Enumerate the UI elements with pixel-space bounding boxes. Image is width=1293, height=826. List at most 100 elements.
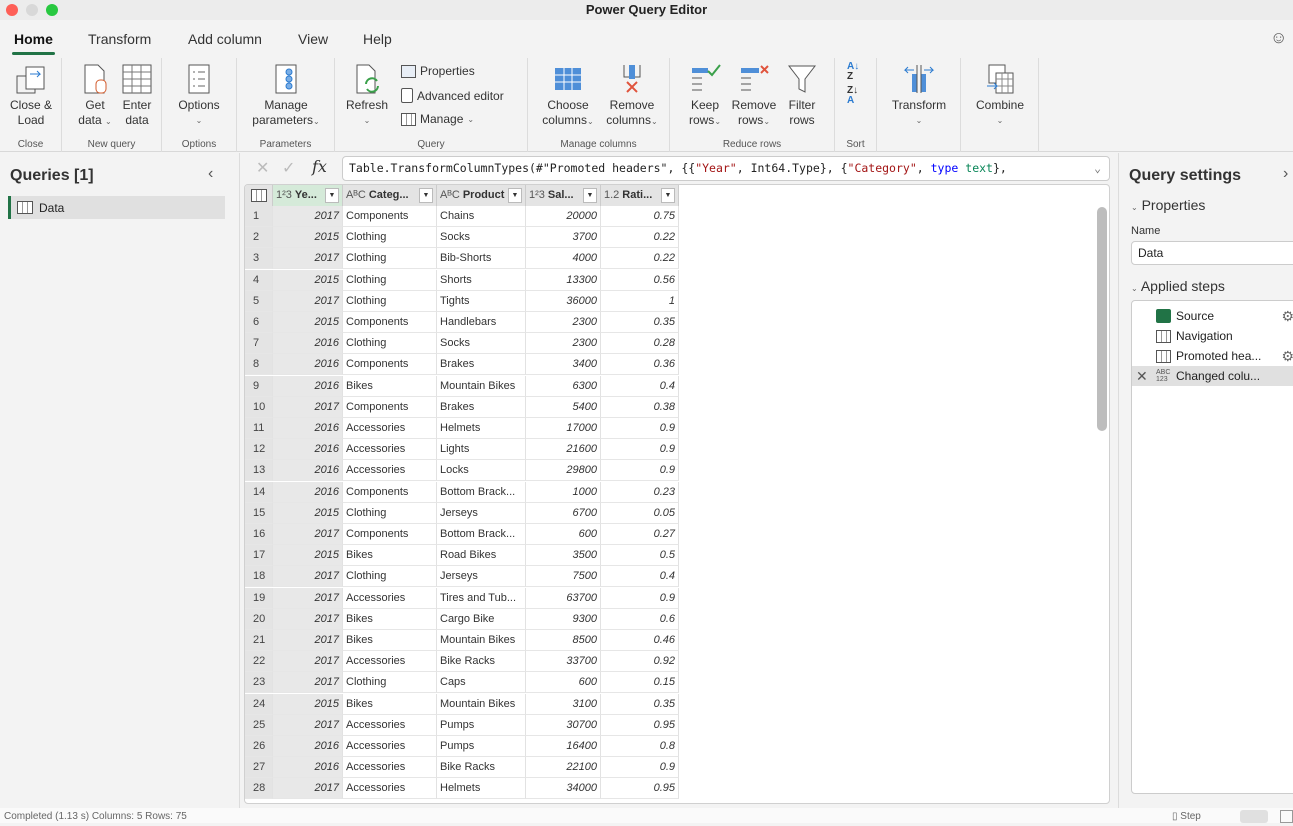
applied-step[interactable]: Promoted hea... ⚙ xyxy=(1132,346,1293,366)
table-cell[interactable]: Bike Racks xyxy=(437,757,526,779)
table-cell[interactable]: 0.9 xyxy=(601,757,679,779)
table-cell[interactable]: Clothing xyxy=(343,502,437,524)
enter-data-button[interactable]: Enter data xyxy=(118,62,156,128)
table-cell[interactable]: Mountain Bikes xyxy=(437,630,526,651)
table-cell[interactable]: 600 xyxy=(526,672,601,694)
table-cell[interactable]: 0.05 xyxy=(601,502,679,524)
table-cell[interactable]: 0.6 xyxy=(601,608,679,630)
table-cell[interactable]: 4000 xyxy=(526,248,601,270)
table-cell[interactable]: 3100 xyxy=(526,693,601,715)
properties-button[interactable]: Properties xyxy=(401,64,475,78)
table-cell[interactable]: 1 xyxy=(601,290,679,312)
table-cell[interactable]: Components xyxy=(343,312,437,333)
table-cell[interactable]: 2016 xyxy=(273,418,343,439)
table-cell[interactable]: Lights xyxy=(437,439,526,461)
table-cell[interactable]: 2015 xyxy=(273,502,343,524)
table-cell[interactable]: Bikes xyxy=(343,693,437,715)
column-filter-dropdown-icon[interactable]: ▼ xyxy=(325,188,339,203)
table-cell[interactable]: 6300 xyxy=(526,375,601,397)
table-cell[interactable]: Socks xyxy=(437,333,526,355)
tab-view[interactable]: View xyxy=(298,31,328,47)
table-cell[interactable]: 2015 xyxy=(273,693,343,715)
tab-help[interactable]: Help xyxy=(363,31,392,47)
table-cell[interactable]: Accessories xyxy=(343,587,437,609)
table-cell[interactable]: Bib-Shorts xyxy=(437,248,526,270)
table-cell[interactable]: 0.35 xyxy=(601,312,679,333)
delete-step-icon[interactable]: ✕ xyxy=(1136,368,1148,385)
minimize-window-button[interactable] xyxy=(26,4,38,16)
column-header[interactable]: 1²3 Ye... ▼ xyxy=(273,185,343,206)
table-cell[interactable]: Accessories xyxy=(343,439,437,461)
options-button[interactable]: Options ⌄ xyxy=(174,62,224,128)
table-cell[interactable]: 21600 xyxy=(526,439,601,461)
table-cell[interactable]: 600 xyxy=(526,524,601,545)
table-cell[interactable]: 1000 xyxy=(526,481,601,503)
table-cell[interactable]: 2017 xyxy=(273,206,343,227)
table-cell[interactable]: Clothing xyxy=(343,269,437,291)
table-cell[interactable]: 3700 xyxy=(526,227,601,249)
formula-input[interactable]: Table.TransformColumnTypes(#"Promoted he… xyxy=(342,156,1110,181)
table-cell[interactable]: 17000 xyxy=(526,418,601,439)
column-filter-dropdown-icon[interactable]: ▼ xyxy=(661,188,675,203)
table-cell[interactable]: 2017 xyxy=(273,672,343,694)
table-cell[interactable]: Bottom Brack... xyxy=(437,481,526,503)
table-cell[interactable]: 34000 xyxy=(526,778,601,800)
close-window-button[interactable] xyxy=(6,4,18,16)
applied-steps-section-toggle[interactable]: ⌄ Applied steps xyxy=(1131,278,1225,294)
cancel-formula-icon[interactable]: ✕ xyxy=(256,158,269,178)
table-cell[interactable]: 2016 xyxy=(273,460,343,482)
table-cell[interactable]: 33700 xyxy=(526,651,601,673)
applied-step[interactable]: Source ⚙ xyxy=(1132,306,1293,326)
table-cell[interactable]: Helmets xyxy=(437,418,526,439)
table-cell[interactable]: 29800 xyxy=(526,460,601,482)
table-cell[interactable]: Clothing xyxy=(343,227,437,249)
get-data-button[interactable]: Get data ⌄ xyxy=(76,62,114,129)
table-cell[interactable]: 2017 xyxy=(273,714,343,736)
table-cell[interactable]: 0.35 xyxy=(601,693,679,715)
table-cell[interactable]: 2300 xyxy=(526,333,601,355)
table-cell[interactable]: 0.38 xyxy=(601,396,679,418)
table-cell[interactable]: 8500 xyxy=(526,630,601,651)
table-cell[interactable]: 0.4 xyxy=(601,566,679,588)
maximize-window-button[interactable] xyxy=(46,4,58,16)
table-cell[interactable]: Socks xyxy=(437,227,526,249)
table-cell[interactable]: 0.95 xyxy=(601,714,679,736)
table-cell[interactable]: Components xyxy=(343,524,437,545)
combine-button[interactable]: Combine ⌄ xyxy=(969,62,1031,128)
table-cell[interactable]: 0.92 xyxy=(601,651,679,673)
table-cell[interactable]: 2016 xyxy=(273,333,343,355)
column-type-icon[interactable]: 1.2 xyxy=(604,189,619,201)
table-cell[interactable]: Accessories xyxy=(343,651,437,673)
step-settings-gear-icon[interactable]: ⚙ xyxy=(1281,308,1293,325)
table-cell[interactable]: Components xyxy=(343,481,437,503)
table-cell[interactable]: Bikes xyxy=(343,630,437,651)
table-cell[interactable]: 0.8 xyxy=(601,736,679,757)
remove-columns-button[interactable]: Remove columns⌄ xyxy=(600,62,664,129)
column-header[interactable]: AᴮC Product ▼ xyxy=(437,185,526,206)
table-cell[interactable]: Brakes xyxy=(437,354,526,376)
table-cell[interactable]: Bottom Brack... xyxy=(437,524,526,545)
table-cell[interactable]: 0.4 xyxy=(601,375,679,397)
table-cell[interactable]: Helmets xyxy=(437,778,526,800)
tab-transform[interactable]: Transform xyxy=(88,31,151,47)
table-cell[interactable]: Bikes xyxy=(343,545,437,567)
table-cell[interactable]: Brakes xyxy=(437,396,526,418)
table-cell[interactable]: Accessories xyxy=(343,460,437,482)
table-cell[interactable]: 2017 xyxy=(273,608,343,630)
query-item-data[interactable]: Data xyxy=(8,196,225,219)
table-cell[interactable]: 0.95 xyxy=(601,778,679,800)
table-cell[interactable]: 3500 xyxy=(526,545,601,567)
table-cell[interactable]: Clothing xyxy=(343,248,437,270)
table-cell[interactable]: 0.22 xyxy=(601,227,679,249)
table-cell[interactable]: 2016 xyxy=(273,736,343,757)
column-type-icon[interactable]: AᴮC xyxy=(346,189,366,201)
properties-section-toggle[interactable]: ⌄ Properties xyxy=(1131,197,1205,213)
table-cell[interactable]: 6700 xyxy=(526,502,601,524)
table-cell[interactable]: Clothing xyxy=(343,333,437,355)
table-cell[interactable]: 20000 xyxy=(526,206,601,227)
table-cell[interactable]: 13300 xyxy=(526,269,601,291)
vertical-scrollbar[interactable] xyxy=(1097,207,1107,431)
table-cell[interactable]: Jerseys xyxy=(437,566,526,588)
expand-formula-chevron-icon[interactable]: ⌄ xyxy=(1094,157,1101,180)
table-cell[interactable]: 7500 xyxy=(526,566,601,588)
